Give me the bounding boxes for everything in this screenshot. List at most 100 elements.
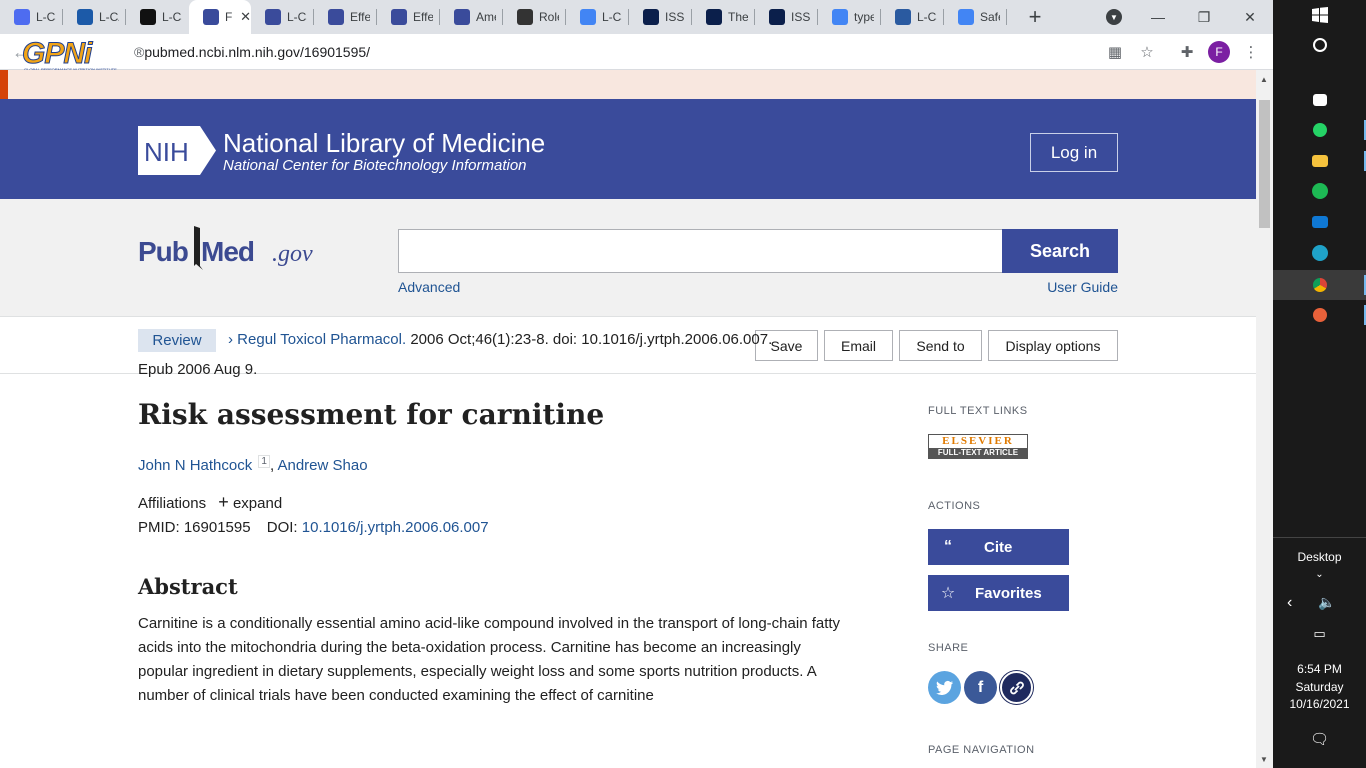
pubmed-logo[interactable]: Pub Med .gov xyxy=(138,224,328,279)
chrome-icon[interactable] xyxy=(1273,270,1366,300)
file-explorer-icon[interactable] xyxy=(1273,146,1366,176)
tab-title: Safe xyxy=(980,10,1000,24)
twitter-icon[interactable] xyxy=(928,671,961,704)
browser-menu-icon[interactable]: ⋮ xyxy=(1241,42,1261,62)
tab-title: L-Ca xyxy=(162,10,182,24)
full-text-links-heading: FULL TEXT LINKS xyxy=(928,405,1028,417)
chevron-down-icon[interactable]: ⌄ xyxy=(1273,569,1366,580)
clock-time[interactable]: 6:54 PM xyxy=(1273,662,1366,676)
browser-tab[interactable]: Role xyxy=(503,0,566,34)
bookmark-star-icon[interactable]: ☆ xyxy=(1137,42,1157,62)
issn-icon xyxy=(769,9,785,25)
scroll-up-icon[interactable]: ▲ xyxy=(1260,75,1268,84)
page-scrollbar[interactable]: ▲ ▼ xyxy=(1256,70,1273,768)
browser-tab[interactable]: Effe xyxy=(314,0,377,34)
chevron-right-icon[interactable]: › xyxy=(228,331,233,348)
display-options-button[interactable]: Display options xyxy=(988,330,1118,361)
doi-link[interactable]: 10.1016/j.yrtph.2006.06.007 xyxy=(302,519,489,536)
author-link[interactable]: Andrew Shao xyxy=(277,457,367,474)
volume-icon[interactable]: 🔈 xyxy=(1273,594,1366,611)
issn-icon xyxy=(643,9,659,25)
tablet-mode-icon[interactable]: ▭ xyxy=(1273,626,1366,642)
expand-toggle[interactable]: + expand xyxy=(218,492,282,512)
abstract-heading: Abstract xyxy=(138,574,238,599)
nih-logo[interactable]: NIH xyxy=(138,126,216,175)
identifiers-row: PMID: 16901595 DOI: 10.1016/j.yrtph.2006… xyxy=(138,519,489,536)
author-link[interactable]: John N Hathcock xyxy=(138,457,252,474)
browser-tab[interactable]: type xyxy=(818,0,881,34)
tab-title: L-Ca xyxy=(602,10,622,24)
close-tab-icon[interactable]: ✕ xyxy=(240,9,251,25)
profile-avatar[interactable]: F xyxy=(1208,41,1230,63)
clock-date[interactable]: 10/16/2021 xyxy=(1273,697,1366,711)
favorites-button[interactable]: ☆ Favorites xyxy=(928,575,1069,611)
actions-heading: ACTIONS xyxy=(928,500,981,512)
clock-day[interactable]: Saturday xyxy=(1273,680,1366,694)
dna-icon xyxy=(517,9,533,25)
restore-icon[interactable]: ❐ xyxy=(1181,0,1227,34)
webmd-icon xyxy=(77,9,93,25)
qr-code-icon[interactable]: ▦ xyxy=(1105,42,1125,62)
browser-tab[interactable]: L-Ca xyxy=(566,0,629,34)
mail-icon[interactable] xyxy=(1273,207,1366,237)
address-bar[interactable]: ®pubmed.ncbi.nlm.nih.gov/16901595/ xyxy=(134,44,370,60)
user-guide-link[interactable]: User Guide xyxy=(1047,279,1118,295)
tab-title: type xyxy=(854,10,874,24)
extensions-puzzle-icon[interactable]: ✚ xyxy=(1177,42,1197,62)
share-heading: SHARE xyxy=(928,642,969,654)
tray-divider xyxy=(1273,537,1366,538)
advanced-search-link[interactable]: Advanced xyxy=(398,279,460,295)
cortana-icon[interactable] xyxy=(1273,30,1366,60)
spotify-icon[interactable] xyxy=(1273,176,1366,206)
elsevier-full-text-link[interactable]: ELSEVIER FULL-TEXT ARTICLE xyxy=(928,434,1028,459)
browser-tab[interactable]: ISSN xyxy=(755,0,818,34)
minimize-icon[interactable]: — xyxy=(1135,0,1181,34)
affiliation-sup[interactable]: 1 xyxy=(258,455,270,468)
cite-button[interactable]: “ Cite xyxy=(928,529,1069,565)
new-tab-icon[interactable]: + xyxy=(1021,0,1049,34)
browser-tab[interactable]: F ✕ xyxy=(189,0,251,34)
close-window-icon[interactable]: ✕ xyxy=(1227,0,1273,34)
search-input[interactable] xyxy=(398,229,1003,273)
google-icon xyxy=(958,9,974,25)
star-icon: ☆ xyxy=(940,585,956,602)
pubmed-tab-icon xyxy=(265,9,281,25)
tab-search-icon[interactable]: ▼ xyxy=(1106,9,1122,25)
browser-tab[interactable]: L-Ca xyxy=(881,0,944,34)
browser-tab[interactable]: L-CA xyxy=(63,0,126,34)
tab-title: L-Ca xyxy=(287,10,307,24)
app-icon[interactable] xyxy=(1273,300,1366,330)
google-icon xyxy=(832,9,848,25)
whatsapp-icon[interactable] xyxy=(1273,115,1366,145)
browser-tab[interactable]: Safe xyxy=(944,0,1007,34)
tab-title: Role xyxy=(539,10,559,24)
search-section: Pub Med .gov Search Advanced User Guide xyxy=(0,199,1256,317)
browser-tab[interactable]: L-Ca xyxy=(0,0,63,34)
nlm-title[interactable]: National Library of Medicine xyxy=(223,128,545,159)
scroll-down-icon[interactable]: ▼ xyxy=(1260,755,1268,764)
browser-tab[interactable]: ISSN xyxy=(629,0,692,34)
windows-start-icon[interactable] xyxy=(1273,0,1366,30)
login-button[interactable]: Log in xyxy=(1030,133,1118,172)
journal-link[interactable]: Regul Toxicol Pharmacol. xyxy=(237,331,406,348)
edge-icon[interactable] xyxy=(1273,238,1366,268)
store-icon[interactable] xyxy=(1273,85,1366,115)
author-separator: , xyxy=(269,457,275,474)
search-button[interactable]: Search xyxy=(1002,229,1118,273)
browser-tab[interactable]: L-Ca xyxy=(126,0,189,34)
copy-link-icon[interactable] xyxy=(1000,671,1033,704)
article-title: Risk assessment for carnitine xyxy=(138,398,605,431)
notifications-icon[interactable]: 🗨 xyxy=(1273,730,1366,748)
browser-tab[interactable]: Effe xyxy=(377,0,440,34)
tab-title: ISSN xyxy=(791,10,811,24)
browser-tab[interactable]: Ame xyxy=(440,0,503,34)
email-button[interactable]: Email xyxy=(824,330,893,361)
citation-text: 2006 Oct;46(1):23-8. doi: 10.1016/j.yrtp… xyxy=(406,331,773,348)
browser-tab[interactable]: L-Ca xyxy=(251,0,314,34)
facebook-icon[interactable]: f xyxy=(964,671,997,704)
scrollbar-thumb[interactable] xyxy=(1259,100,1270,228)
browser-tab[interactable]: The xyxy=(692,0,755,34)
tab-title: F xyxy=(225,10,233,24)
desktop-label[interactable]: Desktop xyxy=(1273,550,1366,564)
send-to-button[interactable]: Send to xyxy=(899,330,982,361)
